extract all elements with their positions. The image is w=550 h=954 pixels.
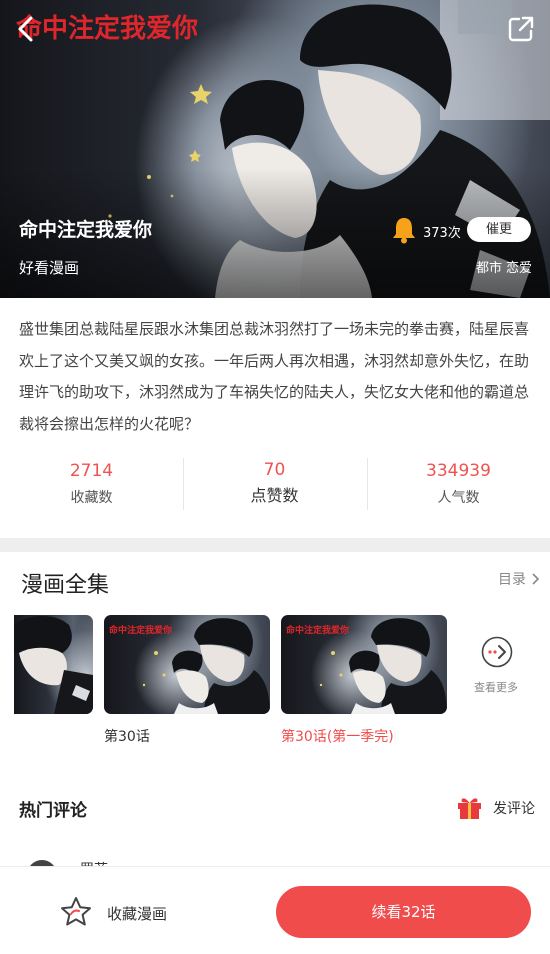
favorite-comic-button[interactable]: 收藏漫画 [107,903,167,924]
chevron-right-icon [532,573,540,585]
genre-tag: 恋爱 [505,261,532,276]
star-icon[interactable] [59,895,93,929]
stat-value: 70 [263,460,286,480]
stat-value: 2714 [69,461,114,481]
back-button[interactable] [10,12,44,46]
synopsis: 盛世集团总裁陆星辰跟水沐集团总裁沐羽然打了一场未完的拳击赛，陆星辰喜欢上了这个又… [19,320,530,433]
stat-likes: 70 点赞数 [183,456,366,508]
post-comment-button[interactable]: 发评论 [493,798,535,818]
episode-thumb[interactable] [14,615,93,714]
cover-banner: 命中注定我爱你 命中注定我爱你 好看漫画 373次 催更 都市 恋爱 [0,0,550,298]
episode-caption-current[interactable]: 第30话(第一季完) [281,726,394,746]
episode-strip[interactable]: 命中注定我爱你 命中注定我爱你 第30话 第30话(第一季完) [0,615,550,755]
toc-label: 目录 [498,572,526,588]
episode-caption[interactable]: 第30话 [104,726,150,746]
share-external-icon [508,16,534,42]
episode-thumb[interactable]: 命中注定我爱你 [281,615,447,714]
back-chevron-icon [18,16,33,42]
stats-row: 2714 收藏数 70 点赞数 334939 人气数 [0,456,550,514]
bell-icon [393,218,415,244]
episode-thumb-art [14,615,93,714]
stat-favorites: 2714 收藏数 [0,456,183,510]
toc-link[interactable]: 目录 [498,569,540,589]
comic-title: 命中注定我爱你 [19,219,153,241]
section-divider [0,538,550,552]
episode-thumb[interactable]: 命中注定我爱你 [104,615,270,714]
bottom-action-bar: 收藏漫画 续看32话 [0,866,550,954]
comic-publisher: 好看漫画 [19,259,80,277]
stat-label: 人气数 [437,490,480,506]
hot-comments-title: 热门评论 [19,801,87,821]
genre-tag: 都市 [475,261,502,276]
episodes-section-title: 漫画全集 [21,573,110,598]
gift-icon[interactable] [456,794,483,820]
urge-update-button[interactable]: 催更 [467,217,531,242]
episode-thumb-watermark: 命中注定我爱你 [109,626,173,636]
share-button[interactable] [504,12,538,46]
continue-reading-button[interactable]: 续看32话 [276,886,531,938]
stat-label: 收藏数 [70,490,113,506]
stat-value: 334939 [426,461,491,481]
genre-tags: 都市 恋爱 [472,257,532,276]
more-arrow-circle-icon[interactable] [481,636,513,668]
remind-count: 373次 [423,226,461,241]
stat-label: 点赞数 [250,486,299,505]
stat-popularity: 334939 人气数 [367,456,550,510]
episode-thumb-watermark: 命中注定我爱你 [286,626,350,636]
view-more-label[interactable]: 查看更多 [474,679,518,695]
